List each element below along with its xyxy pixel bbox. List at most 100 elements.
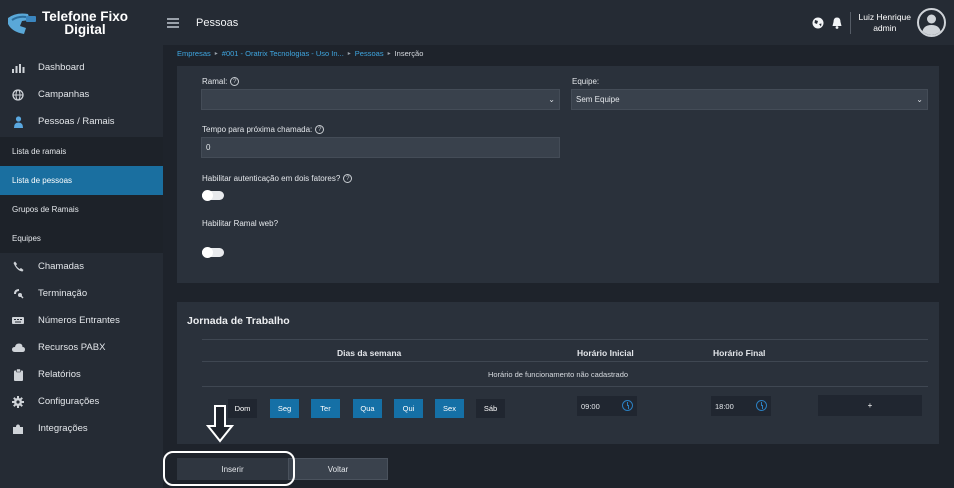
breadcrumb-empresas[interactable]: Empresas (177, 49, 211, 58)
sidebar: Telefone Fixo Digital Dashboard Campanha… (0, 0, 163, 488)
divider (202, 361, 928, 362)
globe-icon (11, 88, 25, 101)
cloud-icon (11, 342, 25, 354)
user-role: admin (873, 22, 897, 33)
sidebar-subitem-lista-pessoas[interactable]: Lista de pessoas (0, 166, 163, 195)
sidebar-item-label: Integrações (38, 423, 88, 434)
column-days: Dias da semana (337, 348, 402, 358)
chevron-down-icon: ⌄ (916, 95, 923, 104)
sidebar-item-recursos-pabx[interactable]: Recursos PABX (0, 334, 163, 361)
sidebar-item-configuracoes[interactable]: Configurações (0, 388, 163, 415)
user-name: Luiz Henrique (858, 11, 911, 22)
jornada-panel: Jornada de Trabalho Dias da semana Horár… (177, 302, 939, 444)
sidebar-subitem-grupos-ramais[interactable]: Grupos de Ramais (0, 195, 163, 224)
keypad-icon (11, 315, 25, 327)
sidebar-subitem-equipes[interactable]: Equipes (0, 224, 163, 253)
notification-bell-icon[interactable] (832, 17, 842, 29)
day-toggle-ter[interactable]: Ter (311, 399, 340, 418)
start-time-value: 09:00 (581, 401, 600, 411)
tempo-label: Tempo para próxima chamada: ? (202, 125, 325, 134)
equipe-select-value: Sem Equipe (576, 95, 620, 104)
sidebar-item-campanhas[interactable]: Campanhas (0, 81, 163, 108)
sidebar-item-label: Relatórios (38, 369, 81, 380)
app-logo[interactable]: Telefone Fixo Digital (0, 0, 163, 46)
ramal-label: Ramal: ? (202, 77, 240, 86)
sidebar-item-chamadas[interactable]: Chamadas (0, 253, 163, 280)
empty-schedule-message: Horário de funcionamento não cadastrado (487, 370, 629, 379)
app-title-line2: Digital (64, 22, 106, 37)
day-toggle-qui[interactable]: Qui (394, 399, 423, 418)
page-title: Pessoas (196, 16, 239, 29)
day-toggle-sex[interactable]: Sex (435, 399, 464, 418)
back-button[interactable]: Voltar (288, 458, 388, 480)
day-toggle-seg[interactable]: Seg (270, 399, 299, 418)
sidebar-item-integracoes[interactable]: Integrações (0, 415, 163, 442)
app-title: Telefone Fixo Digital (42, 10, 128, 37)
topbar-actions: Luiz Henrique admin (812, 0, 954, 45)
sidebar-item-label: Terminação (38, 288, 88, 299)
breadcrumb-separator-icon: ▸ (214, 51, 218, 57)
puzzle-icon (11, 423, 25, 435)
breadcrumb-separator-icon: ▸ (347, 51, 351, 57)
help-icon[interactable]: ? (230, 77, 240, 86)
day-toggle-qua[interactable]: Qua (353, 399, 382, 418)
breadcrumb-company[interactable]: #001 - Oratrix Tecnologias - Uso In... (222, 49, 344, 58)
ramal-web-toggle[interactable] (202, 247, 224, 258)
ramal-web-label-text: Habilitar Ramal web? (202, 219, 279, 228)
breadcrumb: Empresas ▸ #001 - Oratrix Tecnologias - … (177, 49, 423, 58)
add-schedule-button[interactable]: + (818, 395, 922, 416)
sidebar-item-label: Campanhas (38, 89, 90, 100)
clock-icon[interactable] (756, 400, 767, 411)
sidebar-item-dashboard[interactable]: Dashboard (0, 54, 163, 81)
user-menu[interactable]: Luiz Henrique admin (849, 11, 911, 34)
sidebar-item-label: Dashboard (38, 62, 85, 73)
equipe-select[interactable]: Sem Equipe ⌄ (571, 89, 928, 110)
tempo-input-value: 0 (206, 143, 211, 152)
column-start: Horário Inicial (577, 348, 634, 358)
sidebar-item-label: Chamadas (38, 261, 84, 272)
sidebar-item-label: Números Entrantes (38, 315, 120, 326)
divider (202, 339, 928, 340)
menu-toggle-icon[interactable] (167, 17, 179, 28)
sidebar-nav-lower: Chamadas Terminação Números Entrantes Re… (0, 253, 163, 442)
sidebar-item-terminacao[interactable]: Terminação (0, 280, 163, 307)
phone-icon (11, 261, 25, 273)
help-icon[interactable]: ? (343, 174, 353, 183)
tempo-input[interactable]: 0 (201, 137, 560, 158)
person-form-panel: Ramal: ? ⌄ Equipe: Sem Equipe ⌄ Tempo pa… (177, 66, 939, 283)
sidebar-subitem-lista-ramais[interactable]: Lista de ramais (0, 137, 163, 166)
sidebar-item-relatorios[interactable]: Relatórios (0, 361, 163, 388)
end-time-input[interactable]: 18:00 (711, 396, 771, 416)
topbar: Pessoas Luiz Henrique admin (163, 0, 954, 45)
tempo-label-text: Tempo para próxima chamada: (202, 125, 313, 134)
two-factor-label: Habilitar autenticação em dois fatores? … (202, 174, 353, 183)
breadcrumb-pessoas[interactable]: Pessoas (355, 49, 384, 58)
ramal-select[interactable]: ⌄ (201, 89, 560, 110)
highlight-annotation (163, 451, 295, 486)
day-toggle-sab[interactable]: Sáb (476, 399, 505, 418)
sidebar-item-label: Configurações (38, 396, 100, 407)
divider (202, 386, 928, 387)
sidebar-item-pessoas-ramais[interactable]: Pessoas / Ramais (0, 108, 163, 135)
column-end: Horário Final (713, 348, 766, 358)
breadcrumb-current: Inserção (394, 49, 424, 58)
end-time-value: 18:00 (715, 401, 734, 411)
breadcrumb-separator-icon: ▸ (387, 51, 391, 57)
two-factor-toggle[interactable] (202, 190, 224, 201)
chevron-down-icon: ⌄ (548, 95, 555, 104)
user-avatar-icon (922, 14, 941, 35)
language-globe-icon[interactable] (812, 17, 824, 29)
ramal-label-text: Ramal: (202, 77, 228, 86)
two-factor-label-text: Habilitar autenticação em dois fatores? (202, 174, 341, 183)
bar-chart-icon (11, 62, 25, 74)
start-time-input[interactable]: 09:00 (577, 396, 637, 416)
clock-icon[interactable] (622, 400, 633, 411)
sidebar-item-label: Pessoas / Ramais (38, 116, 115, 127)
sidebar-nav: Dashboard Campanhas Pessoas / Ramais (0, 54, 163, 135)
sidebar-item-label: Recursos PABX (38, 342, 106, 353)
person-icon (11, 115, 25, 128)
sidebar-item-numeros-entrantes[interactable]: Números Entrantes (0, 307, 163, 334)
sidebar-submenu: Lista de ramais Lista de pessoas Grupos … (0, 137, 163, 253)
help-icon[interactable]: ? (315, 125, 325, 134)
avatar[interactable] (917, 8, 946, 37)
